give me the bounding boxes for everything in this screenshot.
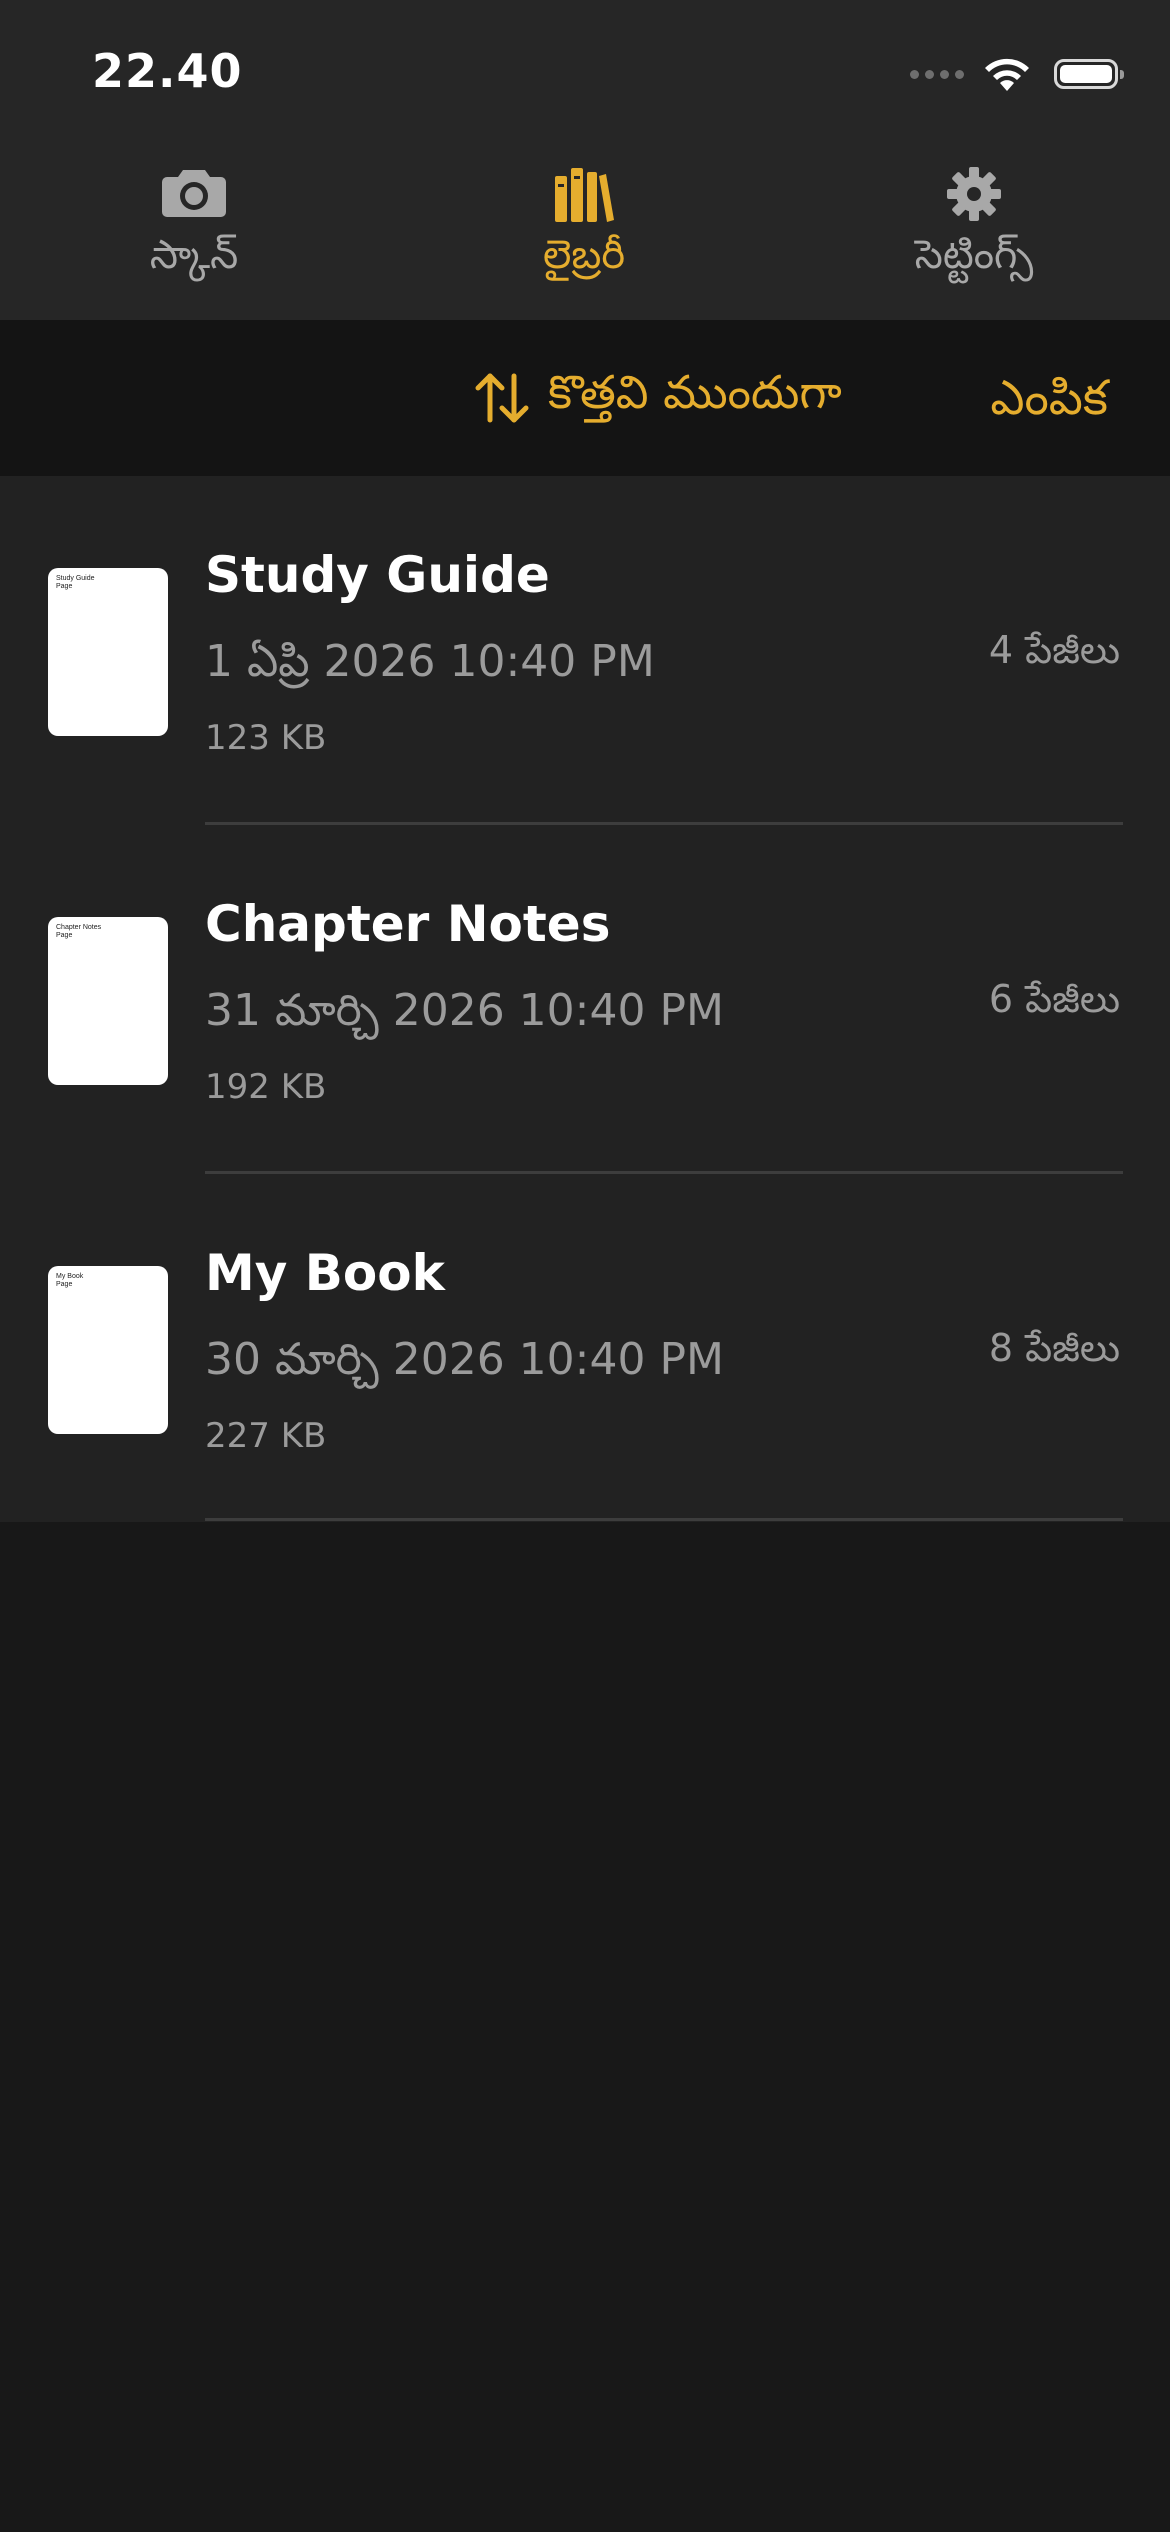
tab-library[interactable]: లైబ్రరీ xyxy=(434,140,734,320)
status-icons xyxy=(910,52,1124,96)
document-size: 192 KB xyxy=(205,1067,327,1107)
document-thumbnail: Chapter Notes Page xyxy=(48,917,168,1085)
cellular-signal-icon xyxy=(910,69,964,79)
gear-icon xyxy=(947,167,1001,221)
thumbnail-title: My Book xyxy=(56,1273,84,1280)
document-page-count: 4 పేజీలు xyxy=(988,628,1120,672)
document-thumbnail: Study Guide Page xyxy=(48,568,168,736)
document-date: 1 ఏప్రి 2026 10:40 PM xyxy=(205,636,655,687)
thumbnail-title: Study Guide xyxy=(56,575,95,582)
row-separator xyxy=(205,1518,1123,1521)
list-item[interactable]: Chapter Notes Page Chapter Notes 31 మార్… xyxy=(0,825,1170,1174)
camera-icon xyxy=(162,170,226,217)
sort-button[interactable]: కొత్తవి ముందుగా xyxy=(474,365,842,430)
tab-scan[interactable]: స్కాన్ xyxy=(44,140,344,320)
tab-scan-label: స్కాన్ xyxy=(149,232,239,278)
wifi-icon xyxy=(985,58,1029,91)
library-toolbar: కొత్తవి ముందుగా ఎంపిక xyxy=(0,320,1170,476)
sort-label: కొత్తవి ముందుగా xyxy=(548,365,842,419)
document-date: 30 మార్చి 2026 10:40 PM xyxy=(205,1334,724,1385)
tab-settings[interactable]: సెట్టింగ్స్ xyxy=(824,140,1124,320)
thumbnail-subtitle: Page xyxy=(56,932,73,939)
document-size: 123 KB xyxy=(205,718,327,758)
document-thumbnail: My Book Page xyxy=(48,1266,168,1434)
document-title: Chapter Notes xyxy=(205,895,611,953)
list-item[interactable]: Study Guide Page Study Guide 1 ఏప్రి 202… xyxy=(0,476,1170,825)
list-item[interactable]: My Book Page My Book 30 మార్చి 2026 10:4… xyxy=(0,1174,1170,1523)
document-list: Study Guide Page Study Guide 1 ఏప్రి 202… xyxy=(0,476,1170,1522)
top-tab-bar: స్కాన్ లైబ్రరీ సెట్టింగ్స్ xyxy=(0,140,1170,320)
library-books-icon xyxy=(555,168,614,222)
document-date: 31 మార్చి 2026 10:40 PM xyxy=(205,985,724,1036)
document-page-count: 6 పేజీలు xyxy=(988,977,1120,1021)
document-page-count: 8 పేజీలు xyxy=(988,1326,1120,1370)
tab-settings-label: సెట్టింగ్స్ xyxy=(914,232,1034,278)
battery-icon xyxy=(1054,59,1124,89)
document-title: Study Guide xyxy=(205,546,550,604)
status-time: 22.40 xyxy=(92,44,243,98)
sort-arrows-icon xyxy=(475,373,529,423)
document-title: My Book xyxy=(205,1244,445,1302)
thumbnail-subtitle: Page xyxy=(56,583,73,590)
thumbnail-title: Chapter Notes xyxy=(56,924,102,931)
status-bar: 22.40 xyxy=(0,0,1170,140)
document-size: 227 KB xyxy=(205,1416,327,1456)
thumbnail-subtitle: Page xyxy=(56,1281,73,1288)
tab-library-label: లైబ్రరీ xyxy=(542,232,626,278)
select-button[interactable]: ఎంపిక xyxy=(990,366,1108,430)
